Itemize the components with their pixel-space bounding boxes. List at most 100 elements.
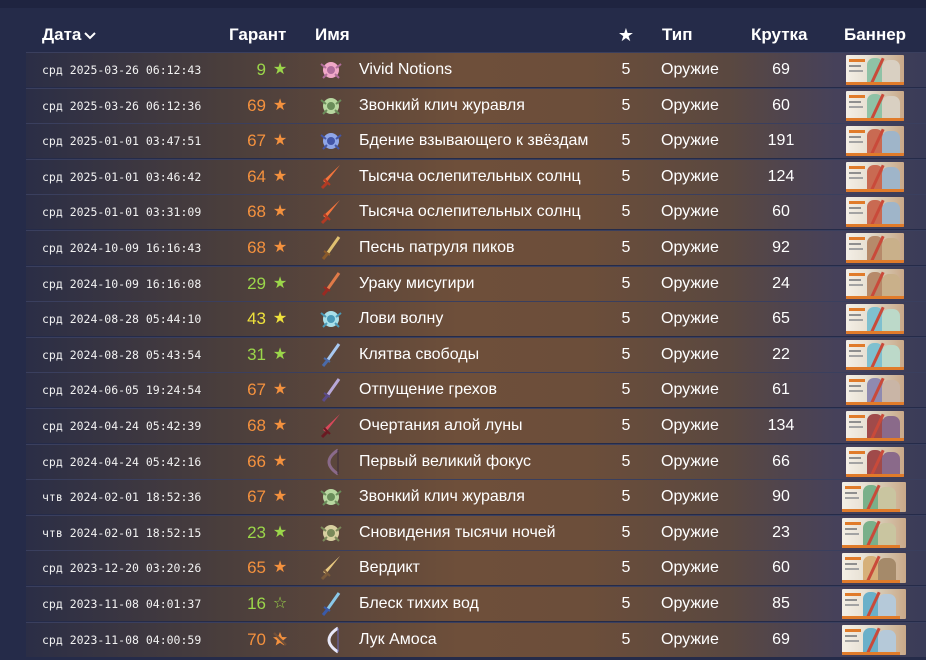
catalyst-icon-cyan <box>316 302 346 336</box>
row-krutka: 134 <box>767 417 795 434</box>
banner-thumbnail-d[interactable] <box>846 302 906 336</box>
row-type: Оружие <box>661 61 719 78</box>
table-row[interactable]: срд 2024-08-28 05:44:10 43 ★ Лови волну 5 Ору… <box>26 301 926 337</box>
banner-image[interactable] <box>846 126 904 157</box>
table-row[interactable]: срд 2024-06-05 19:24:54 67 ★ Отпущение грех… <box>26 372 926 408</box>
row-type: Оружие <box>661 203 719 221</box>
table-row[interactable]: срд 2025-03-26 06:12:43 9 ★ Vivid Notions 5 О… <box>26 52 926 87</box>
catalyst-icon-pink <box>316 53 346 87</box>
banner-image[interactable] <box>846 411 904 441</box>
header-name[interactable]: Имя <box>315 25 350 45</box>
row-garant-star-icon: ★ <box>272 96 288 114</box>
table-row[interactable]: срд 2024-10-09 16:16:08 29 ★ Ураку мисугири… <box>26 265 926 301</box>
banner-thumbnail-f[interactable] <box>846 409 906 443</box>
banner-image[interactable] <box>846 55 904 85</box>
banner-image[interactable] <box>842 589 906 619</box>
table-row[interactable]: срд 2025-03-26 06:12:36 69 ★ Звонкий клич ж… <box>26 87 926 123</box>
banner-image[interactable] <box>846 233 904 263</box>
banner-thumbnail-b[interactable] <box>846 195 906 229</box>
row-garant-star-icon: ★ <box>272 167 288 185</box>
bow-icon-white <box>316 623 346 657</box>
catalyst-icon-green <box>316 480 346 514</box>
banner-thumbnail-b[interactable] <box>846 124 906 158</box>
row-rarity: 5 <box>621 310 631 328</box>
table-row[interactable]: срд 2024-04-24 05:42:39 68 ★ Очертания алой… <box>26 408 926 443</box>
header-date-sort[interactable]: Дата <box>42 25 97 46</box>
banner-image[interactable] <box>846 446 904 477</box>
row-type: Оружие <box>661 595 719 612</box>
table-row[interactable]: срд 2024-08-28 05:43:54 31 ★ Клятва свободы… <box>26 336 926 372</box>
row-type: Оружие <box>661 167 719 185</box>
row-rarity: 5 <box>621 630 631 648</box>
banner-thumbnail-g[interactable] <box>842 516 906 550</box>
header-krutka[interactable]: Крутка <box>751 25 808 45</box>
banner-image[interactable] <box>846 161 904 192</box>
row-date: срд 2024-10-09 16:16:43 <box>42 241 202 255</box>
row-type: Оружие <box>661 488 719 506</box>
table-row[interactable]: срд 2023-11-08 04:00:59 70 Лук Амоса 5 Оружи… <box>26 621 926 657</box>
table-row[interactable]: срд 2023-12-20 03:20:26 65 ★ Вердикт 5 Оружие… <box>26 550 926 586</box>
banner-thumbnail-g[interactable] <box>842 480 906 514</box>
row-date: чтв 2024-02-01 18:52:36 <box>42 490 202 505</box>
table-row[interactable]: срд 2024-04-24 05:42:16 66 ★ Первый великий… <box>26 443 926 479</box>
banner-image[interactable] <box>846 197 904 228</box>
table-row[interactable]: срд 2024-10-09 16:16:43 68 ★ Песнь патруля … <box>26 230 926 265</box>
banner-image[interactable] <box>846 90 904 121</box>
table-row[interactable]: срд 2025-01-01 03:47:51 67 ★ Бдение взывающ… <box>26 123 926 159</box>
banner-thumbnail-a[interactable] <box>846 53 906 87</box>
row-type: Оружие <box>661 96 719 114</box>
banner-image[interactable] <box>846 268 904 299</box>
row-date: срд 2024-06-05 19:24:54 <box>42 383 202 398</box>
row-garant-star-icon: ★ <box>272 132 288 150</box>
banner-image[interactable] <box>846 304 904 335</box>
banner-image[interactable] <box>842 517 906 548</box>
header-banner[interactable]: Баннер <box>844 25 906 45</box>
row-type: Оружие <box>661 417 719 434</box>
banner-image[interactable] <box>842 624 906 655</box>
row-garant-star-icon: ★ <box>272 452 288 470</box>
banner-thumbnail-c[interactable] <box>846 231 906 265</box>
row-garant-count: 65 <box>247 558 266 578</box>
row-type: Оружие <box>661 559 719 577</box>
banner-thumbnail-h[interactable] <box>842 551 906 585</box>
banner-image[interactable] <box>846 339 904 370</box>
banner-image[interactable] <box>842 553 906 584</box>
table-row[interactable]: срд 2025-01-01 03:31:09 68 ★ Тысяча ослепит… <box>26 194 926 230</box>
row-rarity: 5 <box>621 381 631 399</box>
row-date: срд 2024-04-24 05:42:16 <box>42 454 202 469</box>
header-date-label: Дата <box>42 25 82 44</box>
row-rarity: 5 <box>621 203 631 221</box>
banner-thumbnail-e[interactable] <box>846 373 906 407</box>
row-rarity: 5 <box>621 452 631 470</box>
header-type[interactable]: Тип <box>662 25 692 45</box>
row-date: срд 2023-11-08 04:01:37 <box>42 597 202 611</box>
row-rarity: 5 <box>621 61 631 78</box>
row-garant-star-icon: ☆ <box>272 595 288 612</box>
row-garant-count: 23 <box>247 522 266 542</box>
row-type: Оружие <box>661 523 719 541</box>
banner-thumbnail-i[interactable] <box>842 587 906 621</box>
table-row[interactable]: срд 2023-11-08 04:01:37 16 ☆ Блеск тихих во… <box>26 586 926 621</box>
row-krutka: 92 <box>772 239 790 256</box>
banner-thumbnail-i[interactable] <box>842 623 906 657</box>
row-garant-star-icon: ★ <box>272 559 288 577</box>
row-item-name: Лови волну <box>359 310 444 328</box>
table-row[interactable]: срд 2025-01-01 03:46:42 64 ★ Тысяча ослепит… <box>26 158 926 194</box>
header-garant[interactable]: Гарант <box>229 25 286 45</box>
banner-thumbnail-b[interactable] <box>846 160 906 194</box>
banner-thumbnail-f[interactable] <box>846 445 906 479</box>
banner-thumbnail-c[interactable] <box>846 267 906 301</box>
header-rarity-star-icon[interactable]: ★ <box>616 25 636 45</box>
table-row[interactable]: чтв 2024-02-01 18:52:15 23 ★ Сновидения тыс… <box>26 514 926 550</box>
row-rarity: 5 <box>621 96 631 114</box>
row-item-name: Ураку мисугири <box>359 274 475 292</box>
row-krutka: 22 <box>772 345 790 363</box>
banner-thumbnail-a[interactable] <box>846 89 906 123</box>
banner-image[interactable] <box>842 482 906 513</box>
table-row[interactable]: чтв 2024-02-01 18:52:36 67 ★ Звонкий клич ж… <box>26 479 926 515</box>
row-item-name: Отпущение грехов <box>359 381 497 399</box>
top-bar <box>0 0 926 8</box>
row-garant-count: 70 <box>247 629 266 649</box>
banner-image[interactable] <box>846 375 904 406</box>
banner-thumbnail-d[interactable] <box>846 338 906 372</box>
